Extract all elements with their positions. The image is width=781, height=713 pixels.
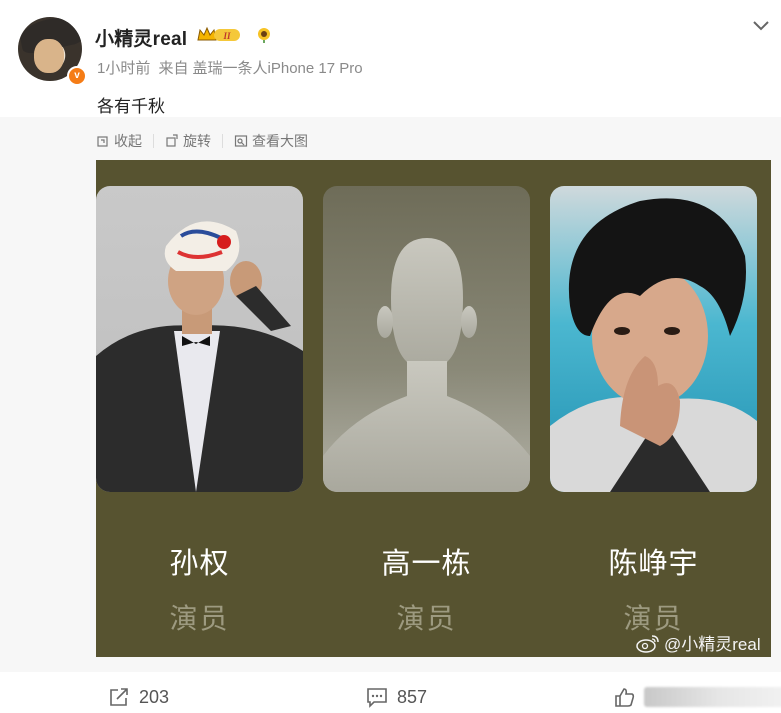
post-image[interactable]: 孙权 高一栋 陈峥宇 演员 演员 演员 @小精灵real — [96, 160, 771, 657]
rotate-icon — [166, 134, 178, 147]
comment-count: 857 — [397, 686, 428, 707]
username[interactable]: 小精灵real — [95, 24, 187, 51]
view-large-button[interactable]: 查看大图 — [234, 131, 308, 151]
like-count-obscured — [644, 687, 781, 707]
image-watermark: @小精灵real — [636, 630, 761, 655]
post-source-prefix: 来自 — [158, 60, 189, 77]
comment-button[interactable]: 857 — [366, 686, 427, 708]
collapse-button[interactable]: 收起 — [96, 131, 142, 151]
portrait-card-2 — [323, 186, 530, 492]
chevron-down-icon[interactable] — [752, 20, 770, 32]
view-large-icon — [234, 135, 248, 147]
vip-level-label: II — [222, 31, 231, 41]
post-time[interactable]: 1小时前 — [97, 60, 150, 77]
repost-button[interactable]: 203 — [108, 686, 169, 708]
comment-icon — [367, 688, 387, 708]
verified-badge-icon: v — [67, 66, 87, 86]
person-role-2: 演员 — [396, 603, 457, 634]
rotate-label: 旋转 — [183, 133, 211, 149]
avatar-face-shape — [34, 39, 64, 73]
portrait-1-illustration — [96, 221, 303, 492]
like-button[interactable] — [613, 686, 781, 708]
post-source[interactable]: 盖瑞一条人iPhone 17 Pro — [193, 60, 363, 77]
portrait-card-3 — [550, 186, 757, 492]
rotate-button[interactable]: 旋转 — [165, 131, 211, 151]
person-role-1: 演员 — [169, 603, 230, 634]
portrait-3-illustration — [550, 198, 757, 492]
collapse-label: 收起 — [114, 133, 142, 149]
action-bar: 203 857 — [0, 672, 781, 713]
sunflower-icon[interactable] — [256, 27, 272, 43]
post-meta: 1小时前 来自 盖瑞一条人iPhone 17 Pro — [97, 57, 367, 78]
weibo-logo-icon — [636, 634, 659, 653]
vip-crown-badge-icon[interactable]: II — [196, 26, 242, 44]
toolbar-divider — [222, 134, 223, 148]
share-icon — [110, 688, 128, 706]
person-name-1: 孙权 — [169, 548, 230, 580]
post-text: 各有千秋 — [97, 97, 165, 116]
person-name-2: 高一栋 — [381, 548, 472, 580]
view-large-label: 查看大图 — [252, 133, 308, 149]
person-name-3: 陈峥宇 — [608, 548, 699, 580]
watermark-text: @小精灵real — [664, 635, 761, 654]
repost-count: 203 — [139, 686, 170, 707]
image-toolbar: 收起 旋转 查看大图 — [96, 131, 308, 151]
thumbs-up-icon — [615, 688, 635, 707]
collapse-icon — [97, 136, 108, 147]
portrait-card-1 — [96, 186, 303, 492]
placeholder-silhouette-icon — [323, 238, 530, 492]
toolbar-divider — [153, 134, 154, 148]
